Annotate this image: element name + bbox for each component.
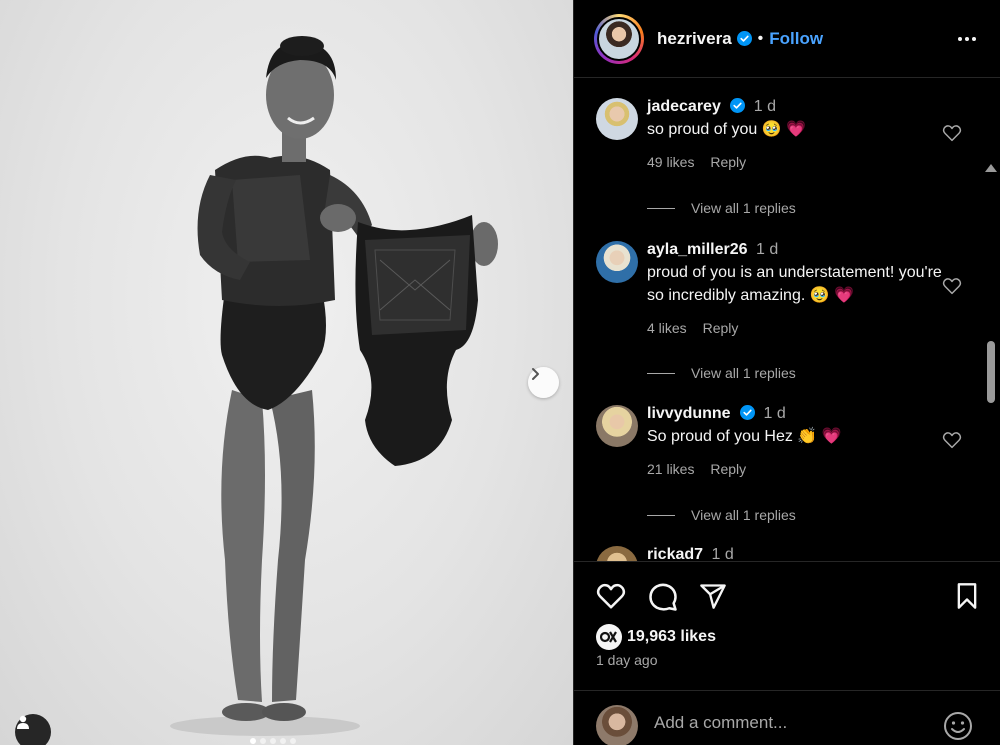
post-actions: 19,963 likes 1 day ago <box>574 561 1000 679</box>
commenter-username[interactable]: rickad7 <box>647 546 703 561</box>
comment-heart-icon[interactable] <box>942 277 962 295</box>
commenter-avatar[interactable] <box>596 405 638 447</box>
commenter-avatar[interactable] <box>596 241 638 283</box>
view-replies-label: View all 1 replies <box>691 200 796 216</box>
likes-summary[interactable]: 19,963 likes <box>596 624 716 650</box>
reply-button[interactable]: Reply <box>710 461 746 477</box>
verified-badge-icon <box>740 405 756 420</box>
scroll-up-arrow[interactable] <box>985 164 997 172</box>
view-replies-button[interactable]: View all 1 replies <box>647 365 796 381</box>
comment-time: 1 d <box>711 546 734 561</box>
verified-badge-icon <box>736 31 752 46</box>
comment-text: so proud of you 🥹 💗 <box>647 121 807 138</box>
likes-count[interactable]: 19,963 likes <box>627 628 716 646</box>
author-avatar[interactable] <box>594 13 644 64</box>
view-replies-button[interactable]: View all 1 replies <box>647 507 796 523</box>
carousel-dot <box>270 738 276 744</box>
carousel-dot <box>290 738 296 744</box>
comment-likes[interactable]: 4 likes <box>647 320 687 336</box>
chevron-right-icon <box>532 368 539 380</box>
add-comment-bar <box>574 690 1000 745</box>
comment-time: 1 d <box>755 241 779 258</box>
paper-plane-icon[interactable] <box>698 582 728 610</box>
comment-likes[interactable]: 21 likes <box>647 461 694 477</box>
more-horizontal-icon[interactable] <box>956 28 978 50</box>
tagged-users-button[interactable] <box>15 714 51 745</box>
liked-by-avatar <box>596 624 622 650</box>
comment-text: So proud of you Hez 👏 💗 <box>647 428 842 445</box>
author-username[interactable]: hezrivera <box>657 29 732 49</box>
comment-time: 1 d <box>753 98 776 115</box>
header-separator: • <box>757 29 764 47</box>
reply-button[interactable]: Reply <box>703 320 739 336</box>
comments-scrollbar[interactable] <box>979 158 1000 561</box>
logo-icon <box>600 631 617 643</box>
post-header: hezrivera • Follow <box>574 0 1000 78</box>
post-media <box>0 0 573 745</box>
carousel-dot <box>260 738 266 744</box>
commenter-username[interactable]: jadecarey <box>647 98 721 115</box>
comment-heart-icon[interactable] <box>942 431 962 449</box>
smiley-icon[interactable] <box>943 711 973 741</box>
carousel-dot <box>280 738 286 744</box>
verified-badge-icon <box>730 98 746 113</box>
comment-time: 1 d <box>763 405 786 422</box>
bookmark-icon[interactable] <box>954 582 980 610</box>
comment-heart-icon[interactable] <box>942 124 962 142</box>
reply-button[interactable]: Reply <box>710 154 746 170</box>
comment-text: proud of you is an understatement! you'r… <box>647 264 942 304</box>
user-tag-icon <box>17 715 29 729</box>
comment-input[interactable] <box>654 713 914 733</box>
commenter-avatar[interactable] <box>596 546 638 561</box>
heart-icon[interactable] <box>596 582 626 610</box>
current-user-avatar <box>596 705 638 745</box>
commenter-username[interactable]: livvydunne <box>647 405 731 422</box>
carousel-indicator <box>250 738 296 744</box>
follow-button[interactable]: Follow <box>769 29 823 49</box>
carousel-dot <box>250 738 256 744</box>
comments-list: jadecarey 1 d so proud of you 🥹 💗 49 lik… <box>574 79 1000 561</box>
view-replies-label: View all 1 replies <box>691 365 796 381</box>
speech-bubble-icon[interactable] <box>648 582 678 612</box>
post-photo <box>170 36 498 736</box>
view-replies-button[interactable]: View all 1 replies <box>647 200 796 216</box>
post-sidebar: hezrivera • Follow jadecarey 1 d so prou… <box>573 0 1000 745</box>
post-timestamp: 1 day ago <box>596 652 658 668</box>
commenter-avatar[interactable] <box>596 98 638 140</box>
next-photo-button[interactable] <box>528 367 559 398</box>
scroll-thumb[interactable] <box>987 341 995 403</box>
comment-likes[interactable]: 49 likes <box>647 154 694 170</box>
view-replies-label: View all 1 replies <box>691 507 796 523</box>
commenter-username[interactable]: ayla_miller26 <box>647 241 748 258</box>
